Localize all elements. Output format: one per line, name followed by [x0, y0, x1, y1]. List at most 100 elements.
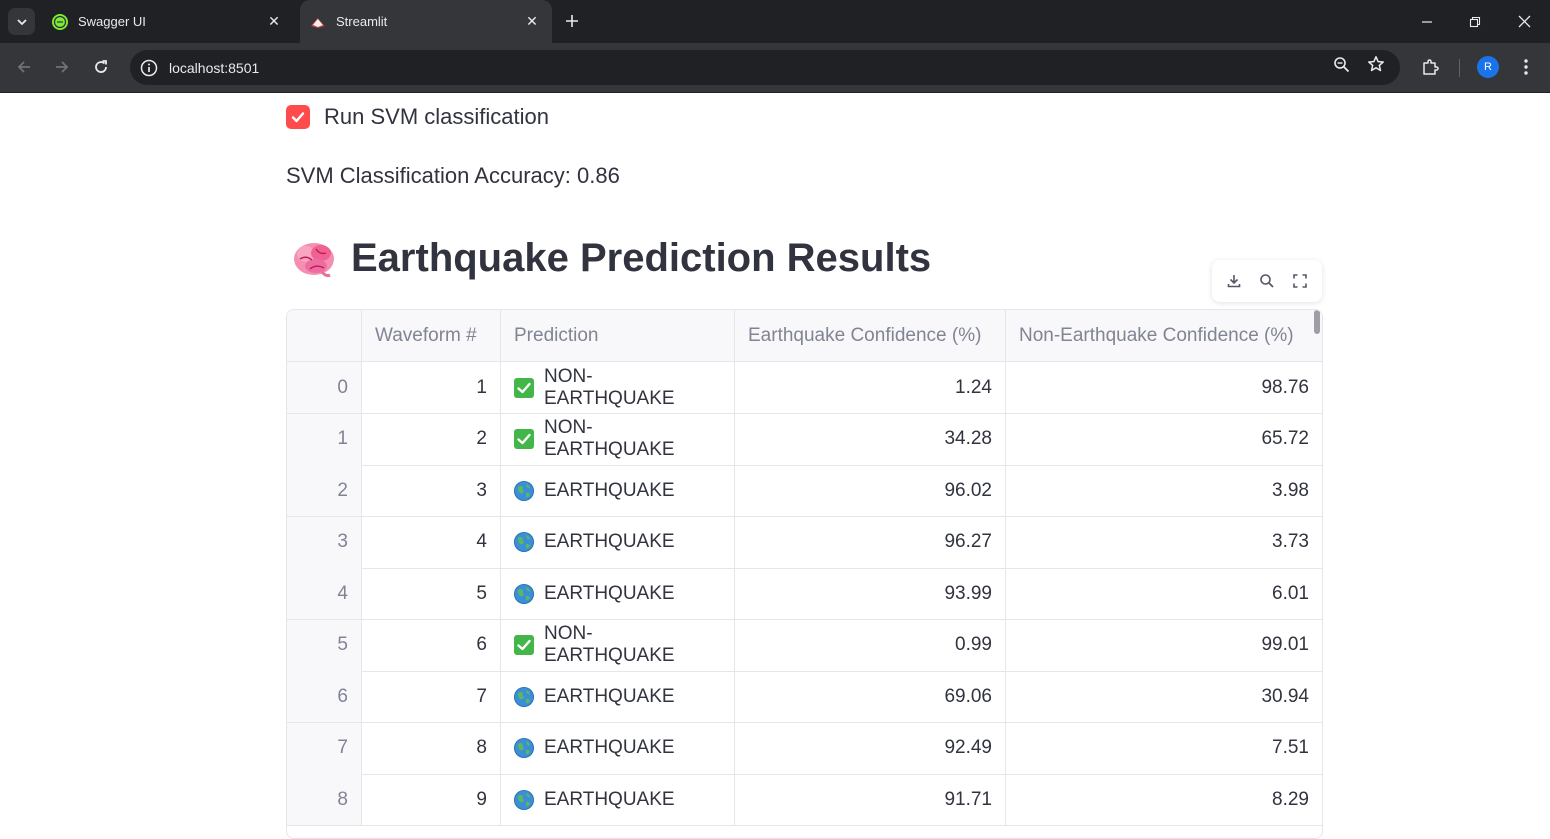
checkbox-label[interactable]: Run SVM classification	[324, 104, 549, 130]
profile-button[interactable]: R	[1474, 53, 1502, 81]
table-scrollbar[interactable]	[1314, 310, 1320, 334]
eq-confidence-cell[interactable]: 93.99	[735, 568, 1006, 619]
eq-confidence-cell[interactable]: 0.99	[735, 619, 1006, 671]
eq-confidence-cell[interactable]: 34.28	[735, 413, 1006, 465]
new-tab-button[interactable]	[562, 11, 582, 31]
non-eq-confidence-cell[interactable]: 3.73	[1006, 517, 1322, 568]
restore-button[interactable]	[1451, 0, 1499, 43]
table-row[interactable]: 8 9 EARTHQUAKE 91.71 8.29	[287, 774, 1322, 826]
page-heading: Earthquake Prediction Results	[292, 236, 931, 281]
minimize-button[interactable]	[1403, 0, 1451, 43]
row-index[interactable]: 4	[287, 568, 362, 619]
prediction-label: EARTHQUAKE	[544, 531, 675, 552]
waveform-cell[interactable]: 7	[362, 671, 501, 722]
results-dataframe[interactable]: Waveform # Prediction Earthquake Confide…	[286, 309, 1323, 839]
table-row[interactable]: 4 5 EARTHQUAKE 93.99 6.01	[287, 568, 1322, 620]
search-button[interactable]	[1255, 269, 1279, 293]
check-icon	[514, 635, 534, 655]
eq-confidence-cell[interactable]: 69.06	[735, 671, 1006, 722]
row-index[interactable]: 0	[287, 362, 362, 413]
row-index[interactable]: 8	[287, 774, 362, 825]
dataframe-toolbar	[1212, 260, 1322, 302]
address-bar[interactable]: localhost:8501	[130, 50, 1400, 85]
prediction-cell[interactable]: EARTHQUAKE	[501, 774, 735, 825]
column-header-index[interactable]	[287, 310, 362, 361]
prediction-cell[interactable]: NON-EARTHQUAKE	[501, 413, 735, 465]
back-button[interactable]	[10, 53, 38, 81]
forward-button[interactable]	[48, 53, 76, 81]
prediction-cell[interactable]: NON-EARTHQUAKE	[501, 362, 735, 413]
row-index[interactable]: 1	[287, 413, 362, 465]
waveform-cell[interactable]: 9	[362, 774, 501, 825]
close-icon	[1518, 15, 1530, 28]
eq-confidence-cell[interactable]: 96.27	[735, 516, 1006, 568]
arrow-left-icon	[17, 61, 30, 73]
column-header-eq-confidence[interactable]: Earthquake Confidence (%)	[735, 310, 1006, 361]
table-row[interactable]: 6 7 EARTHQUAKE 69.06 30.94	[287, 671, 1322, 723]
accuracy-text: SVM Classification Accuracy: 0.86	[286, 163, 620, 188]
row-index[interactable]: 7	[287, 722, 362, 774]
window-close-button[interactable]	[1500, 0, 1548, 43]
prediction-cell[interactable]: EARTHQUAKE	[501, 722, 735, 774]
non-eq-confidence-cell[interactable]: 99.01	[1006, 620, 1322, 671]
plus-icon	[566, 15, 578, 27]
non-eq-confidence-cell[interactable]: 7.51	[1006, 723, 1322, 774]
tab-search-button[interactable]	[8, 8, 35, 35]
tab-title: Swagger UI	[78, 14, 146, 29]
close-icon[interactable]: ✕	[522, 12, 542, 32]
waveform-cell[interactable]: 8	[362, 722, 501, 774]
bookmark-button[interactable]	[1362, 50, 1390, 78]
column-header-prediction[interactable]: Prediction	[501, 310, 735, 361]
table-row[interactable]: 3 4 EARTHQUAKE 96.27 3.73	[287, 516, 1322, 569]
table-row[interactable]: 5 6 NON-EARTHQUAKE 0.99 99.01	[287, 619, 1322, 672]
prediction-cell[interactable]: EARTHQUAKE	[501, 671, 735, 722]
prediction-cell[interactable]: NON-EARTHQUAKE	[501, 619, 735, 671]
tab-streamlit[interactable]: Streamlit ✕	[300, 0, 552, 43]
prediction-label: NON-EARTHQUAKE	[544, 365, 675, 409]
prediction-cell[interactable]: EARTHQUAKE	[501, 465, 735, 516]
waveform-cell[interactable]: 4	[362, 516, 501, 568]
waveform-cell[interactable]: 6	[362, 619, 501, 671]
waveform-cell[interactable]: 1	[362, 362, 501, 413]
zoom-button[interactable]	[1327, 50, 1355, 78]
table-row[interactable]: 0 1 NON-EARTHQUAKE 1.24 98.76	[287, 362, 1322, 414]
fullscreen-button[interactable]	[1288, 269, 1312, 293]
column-header-waveform[interactable]: Waveform #	[362, 310, 501, 361]
prediction-cell[interactable]: EARTHQUAKE	[501, 568, 735, 619]
browser-tab-bar: Swagger UI ✕ Streamlit ✕	[0, 0, 1550, 43]
row-index[interactable]: 5	[287, 619, 362, 671]
table-row[interactable]: 7 8 EARTHQUAKE 92.49 7.51	[287, 722, 1322, 775]
waveform-cell[interactable]: 3	[362, 465, 501, 516]
extensions-button[interactable]	[1416, 53, 1444, 81]
row-index[interactable]: 2	[287, 465, 362, 516]
table-row[interactable]: 1 2 NON-EARTHQUAKE 34.28 65.72	[287, 413, 1322, 466]
close-icon[interactable]: ✕	[264, 12, 284, 32]
waveform-cell[interactable]: 2	[362, 413, 501, 465]
browser-menu-button[interactable]	[1512, 53, 1540, 81]
eq-confidence-cell[interactable]: 92.49	[735, 722, 1006, 774]
non-eq-confidence-cell[interactable]: 65.72	[1006, 414, 1322, 465]
non-eq-confidence-cell[interactable]: 98.76	[1006, 362, 1322, 413]
waveform-cell[interactable]: 5	[362, 568, 501, 619]
site-info-icon[interactable]	[138, 57, 160, 79]
tab-swagger[interactable]: Swagger UI ✕	[42, 0, 294, 43]
non-eq-confidence-cell[interactable]: 6.01	[1006, 568, 1322, 619]
column-header-non-eq-confidence[interactable]: Non-Earthquake Confidence (%)	[1006, 310, 1322, 361]
eq-confidence-cell[interactable]: 1.24	[735, 362, 1006, 413]
non-eq-confidence-cell[interactable]: 8.29	[1006, 774, 1322, 825]
checkbox-checked-icon[interactable]	[286, 105, 310, 129]
download-icon	[1228, 275, 1241, 288]
eq-confidence-cell[interactable]: 91.71	[735, 774, 1006, 825]
prediction-label: EARTHQUAKE	[544, 685, 675, 707]
non-eq-confidence-cell[interactable]: 30.94	[1006, 671, 1322, 722]
prediction-cell[interactable]: EARTHQUAKE	[501, 516, 735, 568]
table-row[interactable]: 2 3 EARTHQUAKE 96.02 3.98	[287, 465, 1322, 517]
row-index[interactable]: 6	[287, 671, 362, 722]
eq-confidence-cell[interactable]: 96.02	[735, 465, 1006, 516]
non-eq-confidence-cell[interactable]: 3.98	[1006, 465, 1322, 516]
download-button[interactable]	[1222, 269, 1246, 293]
row-index[interactable]: 3	[287, 516, 362, 568]
svm-checkbox[interactable]: Run SVM classification	[286, 104, 549, 130]
minimize-icon	[1422, 20, 1432, 23]
reload-button[interactable]	[87, 53, 115, 81]
